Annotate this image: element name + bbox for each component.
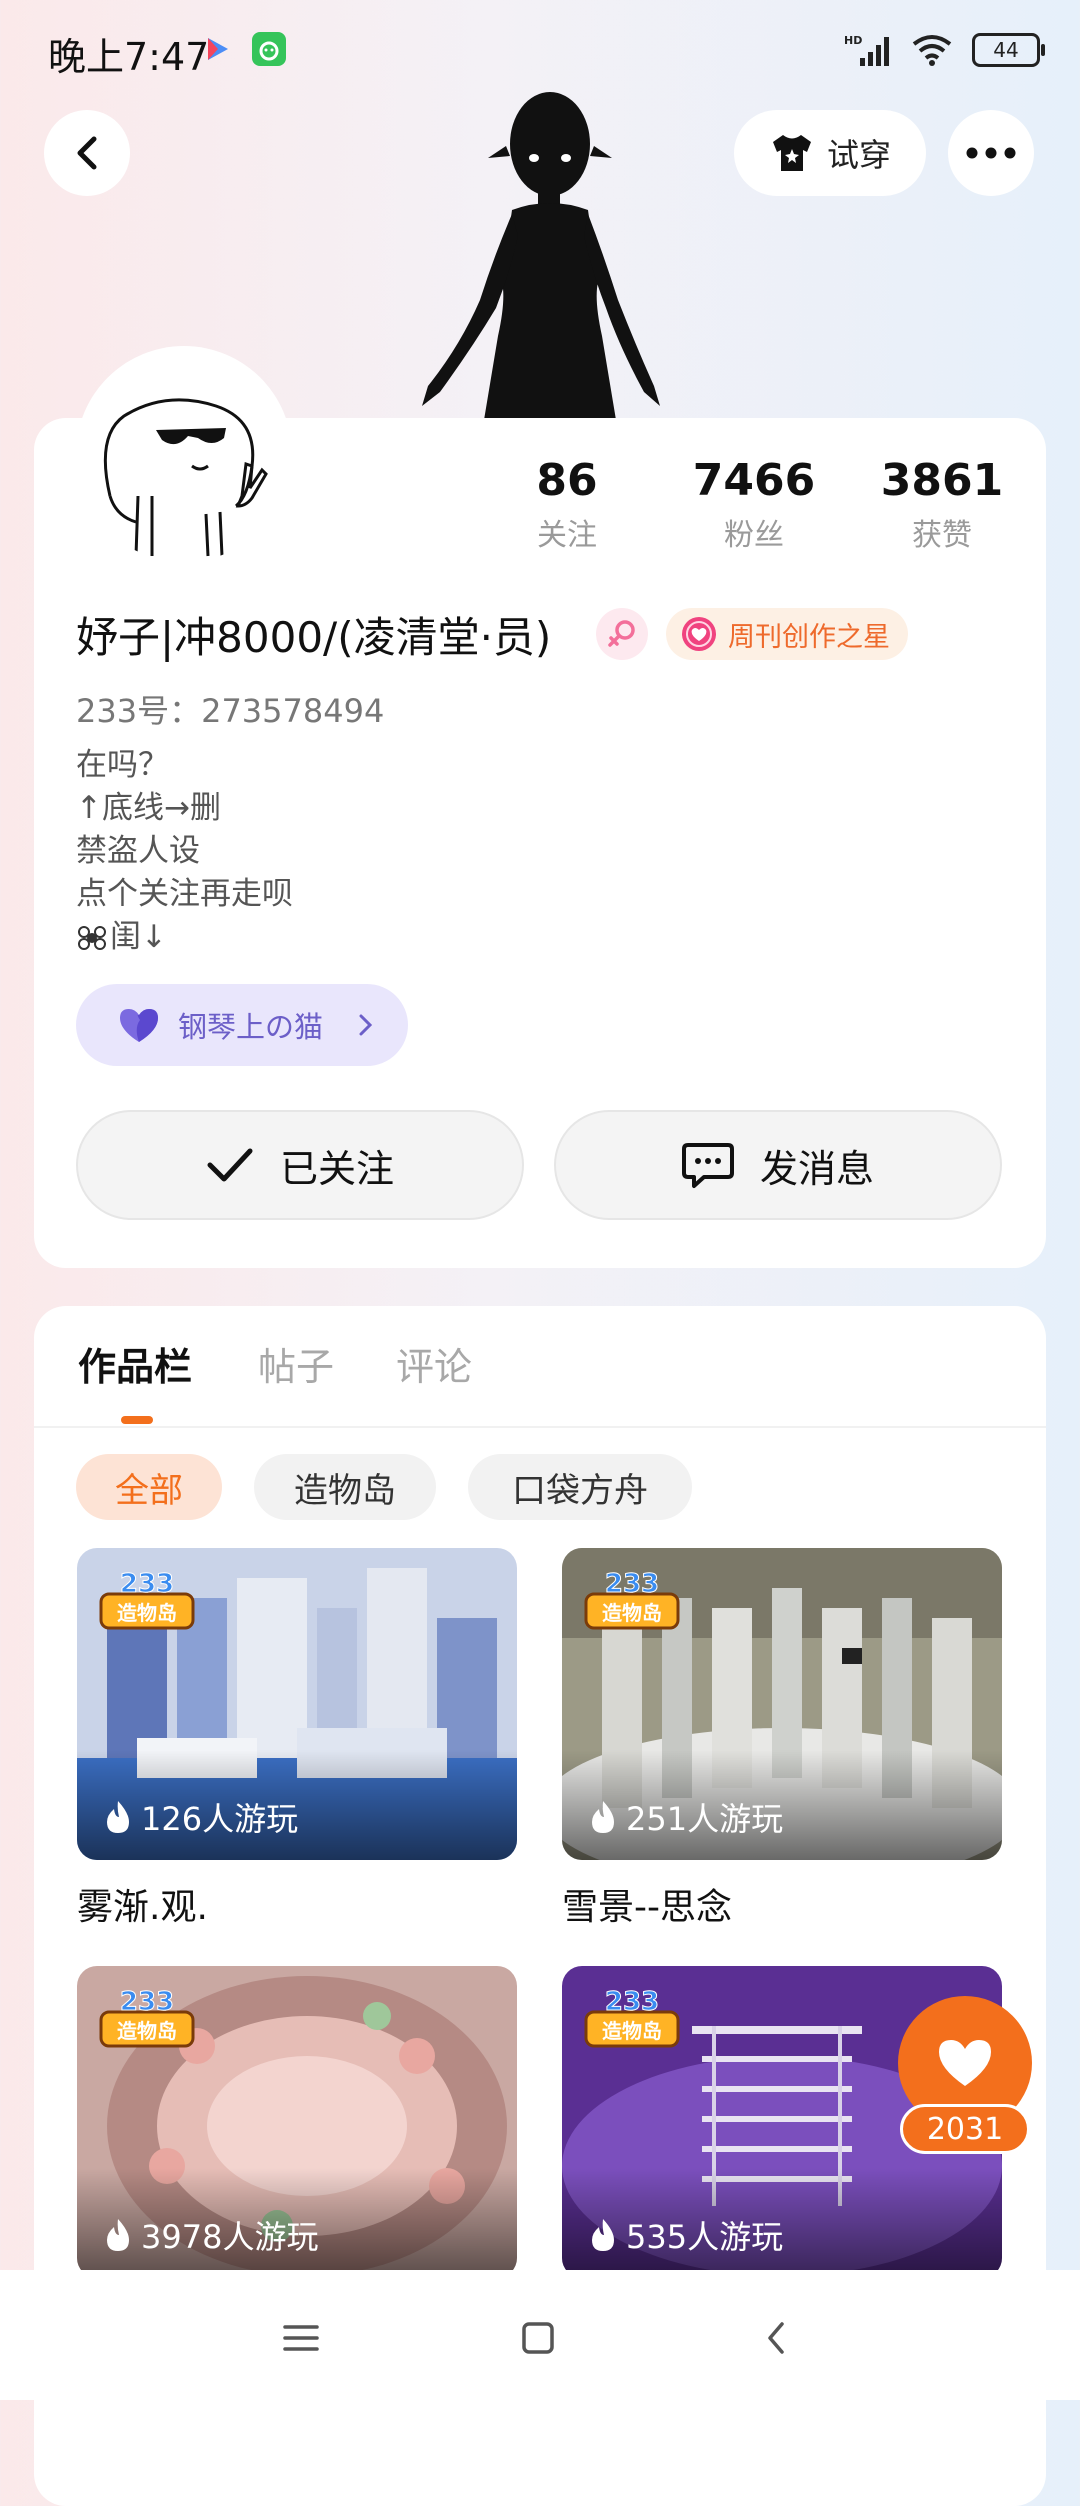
filter-all[interactable]: 全部 [76, 1454, 222, 1520]
filter-creation-island[interactable]: 造物岛 [254, 1454, 436, 1520]
battery-level: 44 [993, 38, 1019, 62]
tab-posts[interactable]: 帖子 [258, 1336, 334, 1391]
player-count-text: 3978人游玩 [141, 2218, 319, 2256]
player-count: 251人游玩 [588, 1794, 783, 1840]
back-nav-icon[interactable] [746, 2308, 806, 2368]
followed-button[interactable]: 已关注 [76, 1110, 524, 1220]
app-icon [252, 32, 286, 66]
back-button[interactable] [44, 110, 130, 196]
badge-icon [682, 617, 716, 651]
bio-line-text: 闺↓ [110, 919, 167, 955]
player-count-text: 126人游玩 [141, 1800, 299, 1838]
logo-label: 造物岛 [117, 2019, 177, 2043]
flame-icon [107, 1801, 129, 1833]
stat-label: 关注 [537, 518, 597, 553]
filter-pocket-ark[interactable]: 口袋方舟 [468, 1454, 692, 1520]
tab-works[interactable]: 作品栏 [78, 1336, 192, 1391]
account-id: 233号：273578494 [76, 692, 385, 730]
stat-following[interactable]: 86 关注 [487, 455, 647, 554]
tab-indicator [121, 1416, 153, 1424]
logo-label: 造物岛 [117, 1601, 177, 1625]
badge-label: 周刊创作之星 [728, 621, 890, 653]
player-count: 126人游玩 [103, 1794, 298, 1840]
stat-label: 获赞 [912, 518, 972, 553]
bio-line: 点个关注再走呗 [76, 876, 293, 912]
check-icon [207, 1148, 253, 1182]
logo-label: 造物岛 [602, 2019, 662, 2043]
stat-fans[interactable]: 7466 粉丝 [674, 455, 834, 554]
player-count: 535人游玩 [588, 2212, 783, 2258]
heart-icon [120, 1009, 158, 1042]
more-button[interactable] [948, 110, 1034, 196]
stat-value: 7466 [692, 455, 816, 506]
wifi-icon [912, 35, 952, 66]
try-on-label: 试穿 [826, 136, 891, 174]
home-icon[interactable] [508, 2308, 568, 2368]
flame-icon [592, 1801, 614, 1833]
svg-text:HD: HD [844, 34, 862, 47]
followed-label: 已关注 [279, 1146, 394, 1191]
player-count-text: 251人游玩 [626, 1800, 784, 1838]
player-count: 3978人游玩 [103, 2212, 318, 2258]
bio-line: 在吗？ [76, 747, 169, 783]
bio-line: ↑底线→删 [76, 790, 221, 826]
stat-value: 3861 [880, 455, 1004, 506]
tab-comments[interactable]: 评论 [396, 1336, 472, 1391]
status-time: 晚上7:47 [48, 35, 210, 79]
creator-star-badge[interactable]: 周刊创作之星 [666, 608, 908, 660]
work-card[interactable]: 233 造物岛 126人游玩 [77, 1548, 517, 1860]
back-icon [77, 136, 97, 170]
233-logo: 233 造物岛 [584, 1569, 680, 1630]
try-on-button[interactable]: 试穿 [734, 110, 926, 196]
hd-signal-icon: HD [844, 34, 889, 66]
linked-friend-pill[interactable]: 钢琴上の猫 [76, 984, 408, 1066]
stat-value: 86 [536, 455, 598, 506]
bio: 在吗？ ↑底线→删 禁盗人设 点个关注再走呗 闺↓ [76, 744, 293, 959]
message-button[interactable]: 发消息 [554, 1110, 1002, 1220]
logo-number: 233 [120, 1987, 174, 2017]
flame-icon [592, 2219, 614, 2251]
play-icon [204, 36, 230, 62]
stat-likes[interactable]: 3861 获赞 [862, 455, 1022, 554]
work-card[interactable]: 233 造物岛 3978人游玩 [77, 1966, 517, 2278]
more-icon [966, 147, 1016, 159]
heart-icon [939, 2040, 991, 2086]
233-logo: 233 造物岛 [99, 1987, 195, 2048]
233-logo: 233 造物岛 [99, 1569, 195, 1630]
avatar[interactable] [76, 346, 292, 562]
tshirt-icon [772, 135, 811, 171]
logo-label: 造物岛 [602, 1601, 662, 1625]
battery-icon: 44 [972, 33, 1045, 67]
female-icon [596, 608, 648, 660]
chat-icon [681, 1143, 734, 1188]
work-title[interactable]: 雾渐.观. [77, 1878, 208, 1930]
stat-label: 粉丝 [724, 518, 784, 553]
logo-number: 233 [605, 1987, 659, 2017]
bio-line: 禁盗人设 [76, 833, 200, 869]
work-card[interactable]: 233 造物岛 251人游玩 [562, 1548, 1002, 1860]
flower-emoji-icon [78, 925, 106, 950]
player-count-text: 535人游玩 [626, 2218, 784, 2256]
chevron-right-icon [359, 1014, 373, 1036]
menu-icon[interactable] [271, 2308, 331, 2368]
message-label: 发消息 [759, 1146, 874, 1191]
username: 妤子|冲8000/(凌清堂·员) [76, 613, 552, 662]
work-title[interactable]: 雪景--思念 [562, 1878, 732, 1930]
linked-friend-name: 钢琴上の猫 [178, 1010, 324, 1044]
flame-icon [107, 2219, 129, 2251]
logo-number: 233 [120, 1569, 174, 1599]
233-logo: 233 造物岛 [584, 1987, 680, 2048]
bio-line: 闺↓ [76, 916, 293, 959]
logo-number: 233 [605, 1569, 659, 1599]
like-count: 2031 [900, 2104, 1030, 2154]
divider [34, 1426, 1046, 1428]
character-silhouette [410, 86, 670, 420]
status-icons: HD 44 [844, 30, 1045, 70]
